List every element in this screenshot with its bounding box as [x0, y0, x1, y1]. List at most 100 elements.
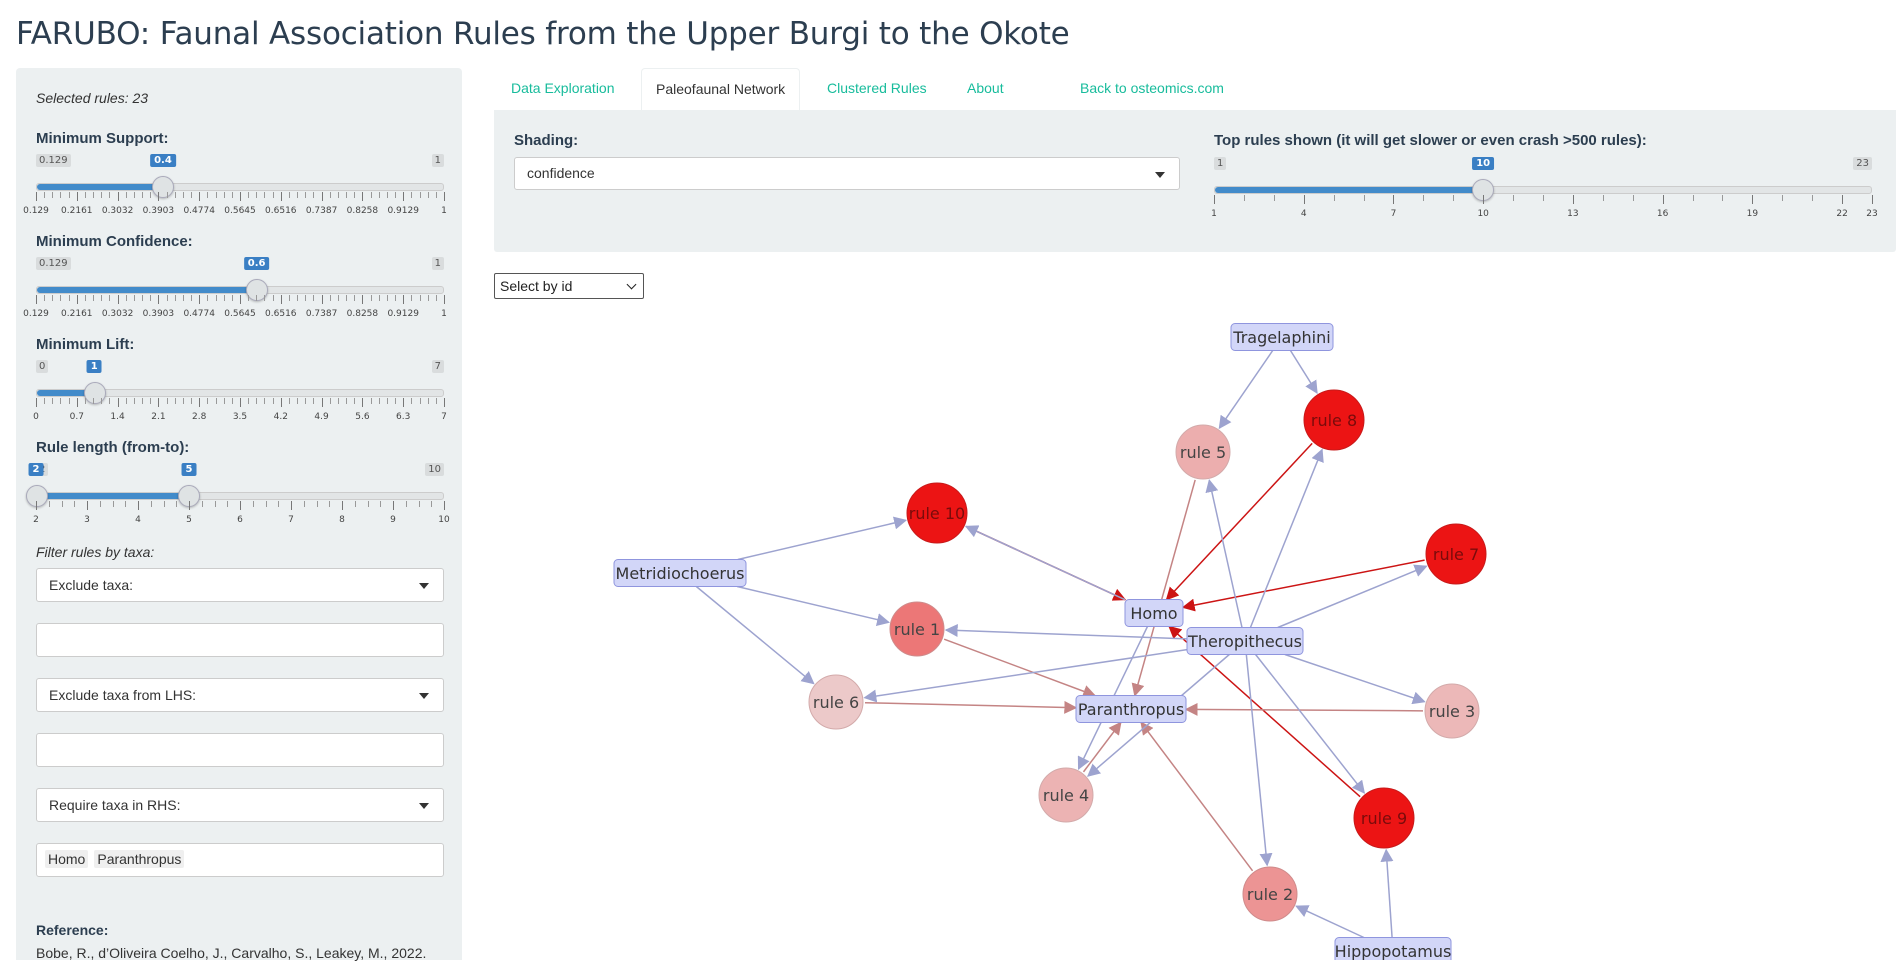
slider-tick-label: 22 [1836, 209, 1848, 219]
min-support-slider[interactable]: 0.129 1 0.4 0.129 0.2161 0.3032 0.3903 0.4774 0.… [23, 154, 447, 234]
slider-tick [68, 398, 70, 404]
slider-tick-label: 1 [441, 309, 447, 319]
paleofaunal-network-graph[interactable]: rule 1 rule 2 rule 3 rule 4 rule 5 rule 6 rule… [494, 300, 1894, 960]
slider-tick [36, 501, 37, 510]
slider-min-label: 1 [1214, 157, 1227, 170]
tab-clustered-rules[interactable]: Clustered Rules [813, 68, 941, 110]
slider-tick [305, 398, 307, 404]
require-rhs-select[interactable]: Require taxa in RHS: [36, 788, 444, 822]
rule-length-slider[interactable]: 210252345678910 [26, 463, 450, 543]
slider-tick [305, 295, 307, 301]
slider-tick-label: 7 [441, 412, 447, 422]
rule-node-label: rule 8 [1311, 411, 1357, 430]
slider-tick [125, 192, 127, 198]
rule-node-label: rule 4 [1043, 786, 1089, 805]
slider-tick [60, 192, 62, 198]
slider-tick [1214, 195, 1215, 204]
slider-track[interactable] [1214, 179, 1872, 201]
slider-track[interactable] [36, 279, 444, 301]
slider-tick [44, 398, 46, 404]
slider-max-label: 7 [431, 360, 444, 373]
rule-node-rule-7[interactable]: rule 7 [1425, 523, 1487, 585]
shading-select[interactable]: confidence [514, 157, 1180, 190]
slider-tick [158, 398, 160, 407]
item-node-paranthropus[interactable]: Paranthropus [1075, 695, 1187, 723]
slider-tick [87, 501, 88, 510]
slider-tick [354, 398, 356, 404]
item-node-metridiochoerus[interactable]: Metridiochoerus [613, 559, 747, 587]
rule-node-rule-2[interactable]: rule 2 [1242, 866, 1298, 922]
network-controls-panel: Shading: confidence Top rules shown (it … [494, 110, 1896, 252]
slider-min-label: 0.129 [36, 154, 71, 167]
exclude-taxa-select[interactable]: Exclude taxa: [36, 568, 444, 602]
slider-tick [427, 192, 429, 198]
top-rules-slider[interactable]: 1 23 10 1 4 7 10 13 16 19 22 23 [1211, 157, 1878, 237]
slider-tick-label: 10 [1477, 209, 1489, 219]
slider-tick-label: 0.4774 [183, 309, 215, 319]
slider-tick-label: 16 [1656, 209, 1669, 219]
rule-node-rule-10[interactable]: rule 10 [906, 482, 968, 544]
item-node-hippopotamus[interactable]: Hippopotamus [1334, 937, 1452, 961]
slider-track[interactable] [36, 382, 444, 404]
item-node-tragelaphini[interactable]: Tragelaphini [1230, 323, 1334, 351]
slider-tick [174, 295, 176, 301]
rule-node-rule-3[interactable]: rule 3 [1424, 683, 1480, 739]
exclude-taxa-input[interactable] [36, 623, 444, 657]
slider-tick [240, 295, 241, 304]
slider-tick [76, 192, 78, 201]
slider-tick-label: 0.129 [23, 206, 49, 216]
caret-down-icon [419, 583, 429, 589]
slider-tick [117, 398, 119, 407]
rule-length-label: Rule length (from-to): [36, 439, 190, 456]
rule-node-rule-5[interactable]: rule 5 [1175, 424, 1231, 480]
tab-paleofaunal-network[interactable]: Paleofaunal Network [641, 68, 801, 110]
slider-tick [346, 398, 348, 404]
caret-down-icon [419, 693, 429, 699]
item-node-homo[interactable]: Homo [1124, 599, 1184, 627]
slider-tick [272, 295, 274, 301]
item-node-theropithecus[interactable]: Theropithecus [1186, 627, 1304, 655]
slider-track[interactable] [26, 485, 444, 507]
slider-tick [313, 295, 315, 301]
slider-tick [403, 398, 405, 407]
rule-node-rule-4[interactable]: rule 4 [1038, 767, 1094, 823]
slider-tick [1782, 195, 1784, 201]
rule-node-rule-1[interactable]: rule 1 [889, 601, 945, 657]
rhs-chip-homo[interactable]: Homo [45, 850, 89, 868]
link-back-to-osteomics[interactable]: Back to osteomics.com [1066, 68, 1238, 110]
item-node-label: Homo [1130, 604, 1177, 623]
select-by-id-dropdown[interactable]: Select by id [494, 273, 644, 299]
slider-tick-label: 0.2161 [61, 206, 93, 216]
chevron-down-icon [626, 279, 637, 290]
slider-tick [291, 501, 292, 510]
slider-max-label: 1 [431, 154, 444, 167]
rule-node-rule-8[interactable]: rule 8 [1303, 389, 1365, 451]
rhs-chip-paranthropus[interactable]: Paranthropus [94, 850, 185, 868]
rule-node-rule-6[interactable]: rule 6 [808, 674, 864, 730]
rule-node-label: rule 9 [1361, 809, 1407, 828]
slider-tick-labels: 2 3 4 5 6 7 8 9 10 [33, 515, 450, 527]
item-node-label: Tragelaphini [1232, 328, 1330, 347]
slider-tick [411, 192, 413, 198]
caret-down-icon [1155, 172, 1165, 178]
rule-node-rule-9[interactable]: rule 9 [1353, 787, 1415, 849]
exclude-lhs-input[interactable] [36, 733, 444, 767]
min-confidence-slider[interactable]: 0.129 1 0.6 0.129 0.2161 0.3032 0.3903 0.4774 0.… [23, 257, 447, 337]
slider-tick [378, 192, 380, 198]
slider-tick [316, 501, 318, 507]
slider-tick-label: 0.3903 [142, 206, 175, 216]
tab-data-exploration[interactable]: Data Exploration [497, 68, 629, 110]
tab-about[interactable]: About [953, 68, 1018, 110]
slider-tick [1842, 195, 1844, 204]
slider-tick [1453, 195, 1455, 201]
slider-tick [248, 398, 250, 404]
slider-tick-label: 0.5645 [224, 309, 256, 319]
slider-tick [44, 192, 46, 198]
exclude-lhs-select[interactable]: Exclude taxa from LHS: [36, 678, 444, 712]
min-lift-slider[interactable]: 0 7 1 0 0.7 1.4 2.1 2.8 3.5 4.2 4.9 5.6 6.3 7 [33, 360, 447, 440]
slider-track[interactable] [36, 176, 444, 198]
slider-tick [109, 295, 111, 301]
edge-r6-to-para [864, 700, 1078, 714]
require-rhs-input[interactable]: Homo Paranthropus [36, 843, 444, 877]
slider-tick [297, 295, 299, 301]
